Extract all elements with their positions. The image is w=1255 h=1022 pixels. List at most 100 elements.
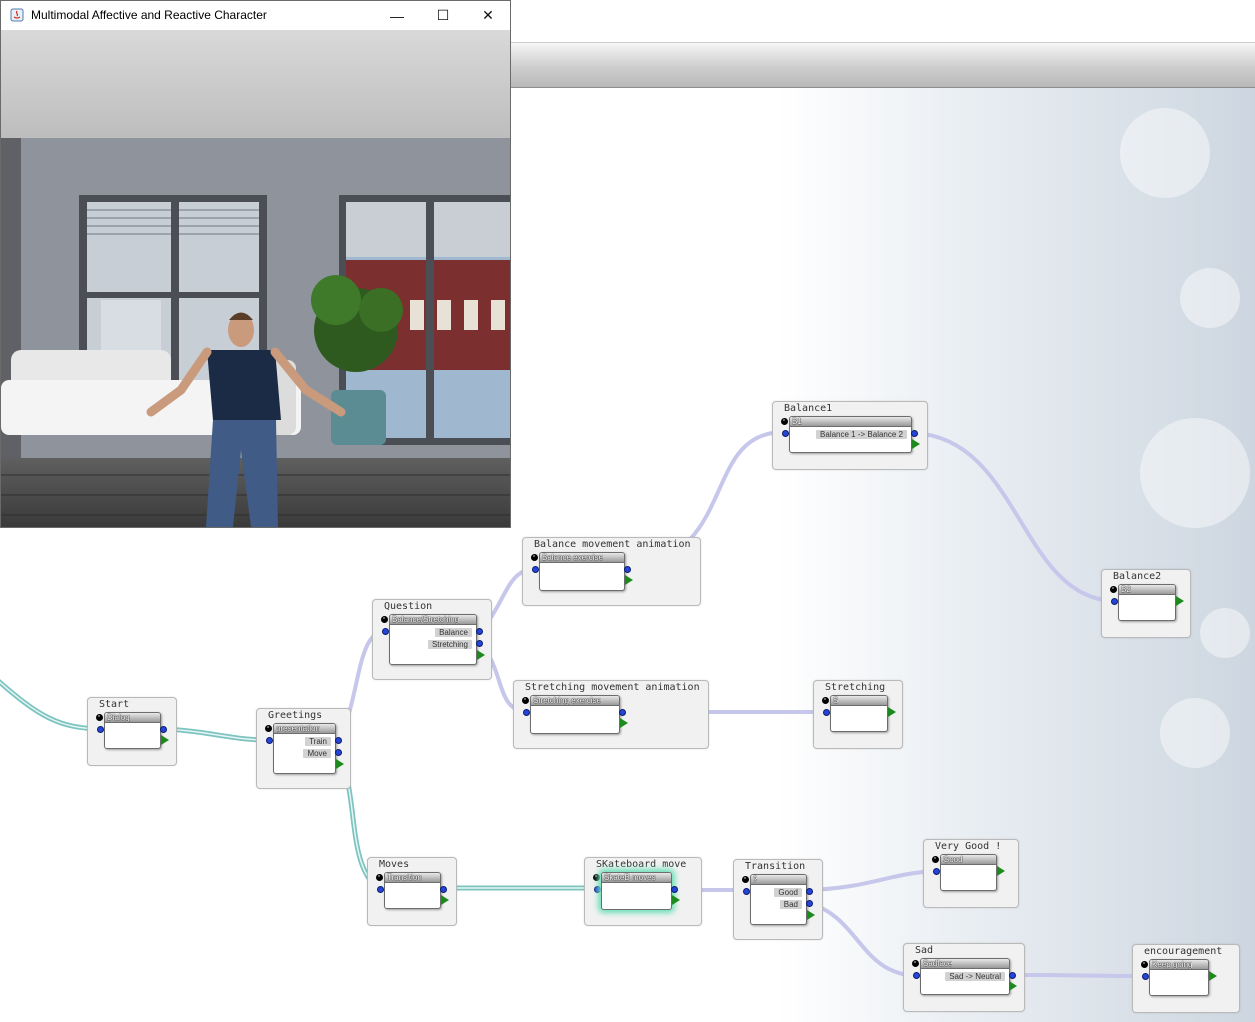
output-port[interactable] (671, 886, 678, 893)
close-button[interactable]: ✕ (465, 1, 511, 30)
action-block[interactable]: Balance/Stretching Balance Stretching (389, 614, 477, 665)
3d-scene-view[interactable] (1, 30, 510, 527)
done-output-icon[interactable] (1009, 981, 1017, 991)
action-block[interactable]: Good (940, 854, 997, 891)
done-output-icon[interactable] (672, 895, 680, 905)
output-port[interactable] (440, 886, 447, 893)
action-block[interactable]: Sadface Sad -> Neutral (920, 958, 1010, 995)
action-block[interactable]: Dialog (104, 712, 161, 749)
node-transition[interactable]: Transition ? Good Bad (733, 859, 823, 940)
node-stretching[interactable]: Stretching S (813, 680, 903, 749)
done-output-icon[interactable] (997, 866, 1005, 876)
done-output-icon[interactable] (161, 735, 169, 745)
output-port[interactable] (335, 737, 342, 744)
bang-icon[interactable] (376, 874, 383, 881)
node-sad[interactable]: Sad Sadface Sad -> Neutral (903, 943, 1025, 1012)
bang-icon[interactable] (531, 554, 538, 561)
output-label-balance-transition: Balance 1 -> Balance 2 (816, 430, 907, 439)
done-output-icon[interactable] (807, 910, 815, 920)
input-port[interactable] (594, 886, 601, 893)
bang-icon[interactable] (742, 876, 749, 883)
output-port[interactable] (911, 430, 918, 437)
done-output-icon[interactable] (912, 439, 920, 449)
input-port[interactable] (782, 430, 789, 437)
done-output-icon[interactable] (1209, 971, 1217, 981)
action-name: Dialog (107, 713, 130, 722)
node-balance-animation[interactable]: Balance movement animation Balance exerc… (522, 537, 701, 606)
input-port[interactable] (913, 972, 920, 979)
input-port[interactable] (743, 888, 750, 895)
node-start[interactable]: Start Dialog (87, 697, 177, 766)
node-stretching-animation[interactable]: Stretching movement animation Stretching… (513, 680, 709, 749)
node-greetings[interactable]: Greetings presentation Train Move (256, 708, 351, 789)
done-output-icon[interactable] (620, 718, 628, 728)
output-port[interactable] (1009, 972, 1016, 979)
character-window[interactable]: Multimodal Affective and Reactive Charac… (0, 0, 511, 528)
wire-balance1-balance2 (913, 431, 1115, 603)
output-port[interactable] (476, 628, 483, 635)
bang-icon[interactable] (593, 874, 600, 881)
input-port[interactable] (1111, 598, 1118, 605)
node-question[interactable]: Question Balance/Stretching Balance Stre… (372, 599, 492, 680)
bang-icon[interactable] (912, 960, 919, 967)
node-title: Question (384, 601, 433, 612)
node-title: Balance2 (1113, 571, 1162, 582)
input-port[interactable] (1142, 973, 1149, 980)
bang-icon[interactable] (1141, 961, 1148, 968)
action-block-running[interactable]: SkateB moves (601, 872, 672, 910)
bang-icon[interactable] (96, 714, 103, 721)
action-block[interactable]: Stretching exercise (530, 695, 620, 734)
output-port[interactable] (160, 726, 167, 733)
bang-icon[interactable] (522, 697, 529, 704)
done-output-icon[interactable] (1176, 596, 1184, 606)
maximize-button[interactable]: ☐ (420, 1, 466, 30)
node-encouragement[interactable]: encouragement Keep going (1132, 944, 1240, 1013)
action-block[interactable]: B1 Balance 1 -> Balance 2 (789, 416, 912, 453)
input-port[interactable] (523, 709, 530, 716)
bang-icon[interactable] (265, 725, 272, 732)
node-moves[interactable]: Moves Transition (367, 857, 457, 926)
input-port[interactable] (933, 868, 940, 875)
done-output-icon[interactable] (888, 707, 896, 717)
input-port[interactable] (97, 726, 104, 733)
action-block[interactable]: Transition (384, 872, 441, 909)
action-name: B1 (792, 417, 802, 426)
bang-icon[interactable] (381, 616, 388, 623)
done-output-icon[interactable] (336, 759, 344, 769)
bang-icon[interactable] (822, 697, 829, 704)
output-port[interactable] (624, 566, 631, 573)
output-port[interactable] (806, 888, 813, 895)
action-block[interactable]: B2 (1118, 584, 1176, 621)
action-block[interactable]: presentation Train Move (273, 723, 336, 774)
node-very-good[interactable]: Very Good ! Good (923, 839, 1019, 908)
window-titlebar[interactable]: Multimodal Affective and Reactive Charac… (1, 1, 510, 30)
done-output-icon[interactable] (441, 895, 449, 905)
action-block[interactable]: S (830, 695, 888, 732)
action-block[interactable]: ? Good Bad (750, 874, 807, 925)
action-block[interactable]: Balance exercise (539, 552, 625, 591)
done-output-icon[interactable] (477, 650, 485, 660)
done-output-icon[interactable] (625, 575, 633, 585)
output-port[interactable] (619, 709, 626, 716)
action-block[interactable]: Keep going (1149, 959, 1209, 996)
input-port[interactable] (382, 628, 389, 635)
bang-icon[interactable] (932, 856, 939, 863)
node-balance2[interactable]: Balance2 B2 (1101, 569, 1191, 638)
input-port[interactable] (823, 709, 830, 716)
bang-icon[interactable] (781, 418, 788, 425)
bang-icon[interactable] (1110, 586, 1117, 593)
node-title: Balance movement animation (534, 539, 691, 550)
input-port[interactable] (266, 737, 273, 744)
output-port[interactable] (806, 900, 813, 907)
node-skateboard-move[interactable]: SKateboard move SkateB moves (584, 857, 702, 926)
output-port[interactable] (335, 749, 342, 756)
wire-left-start-core (0, 681, 101, 730)
action-header: Balance exercise (540, 553, 624, 563)
output-label-stretching: Stretching (427, 640, 472, 649)
node-balance1[interactable]: Balance1 B1 Balance 1 -> Balance 2 (772, 401, 928, 470)
minimize-button[interactable]: — (374, 1, 420, 30)
action-name: Good (943, 855, 963, 864)
input-port[interactable] (377, 886, 384, 893)
input-port[interactable] (532, 566, 539, 573)
output-port[interactable] (476, 640, 483, 647)
